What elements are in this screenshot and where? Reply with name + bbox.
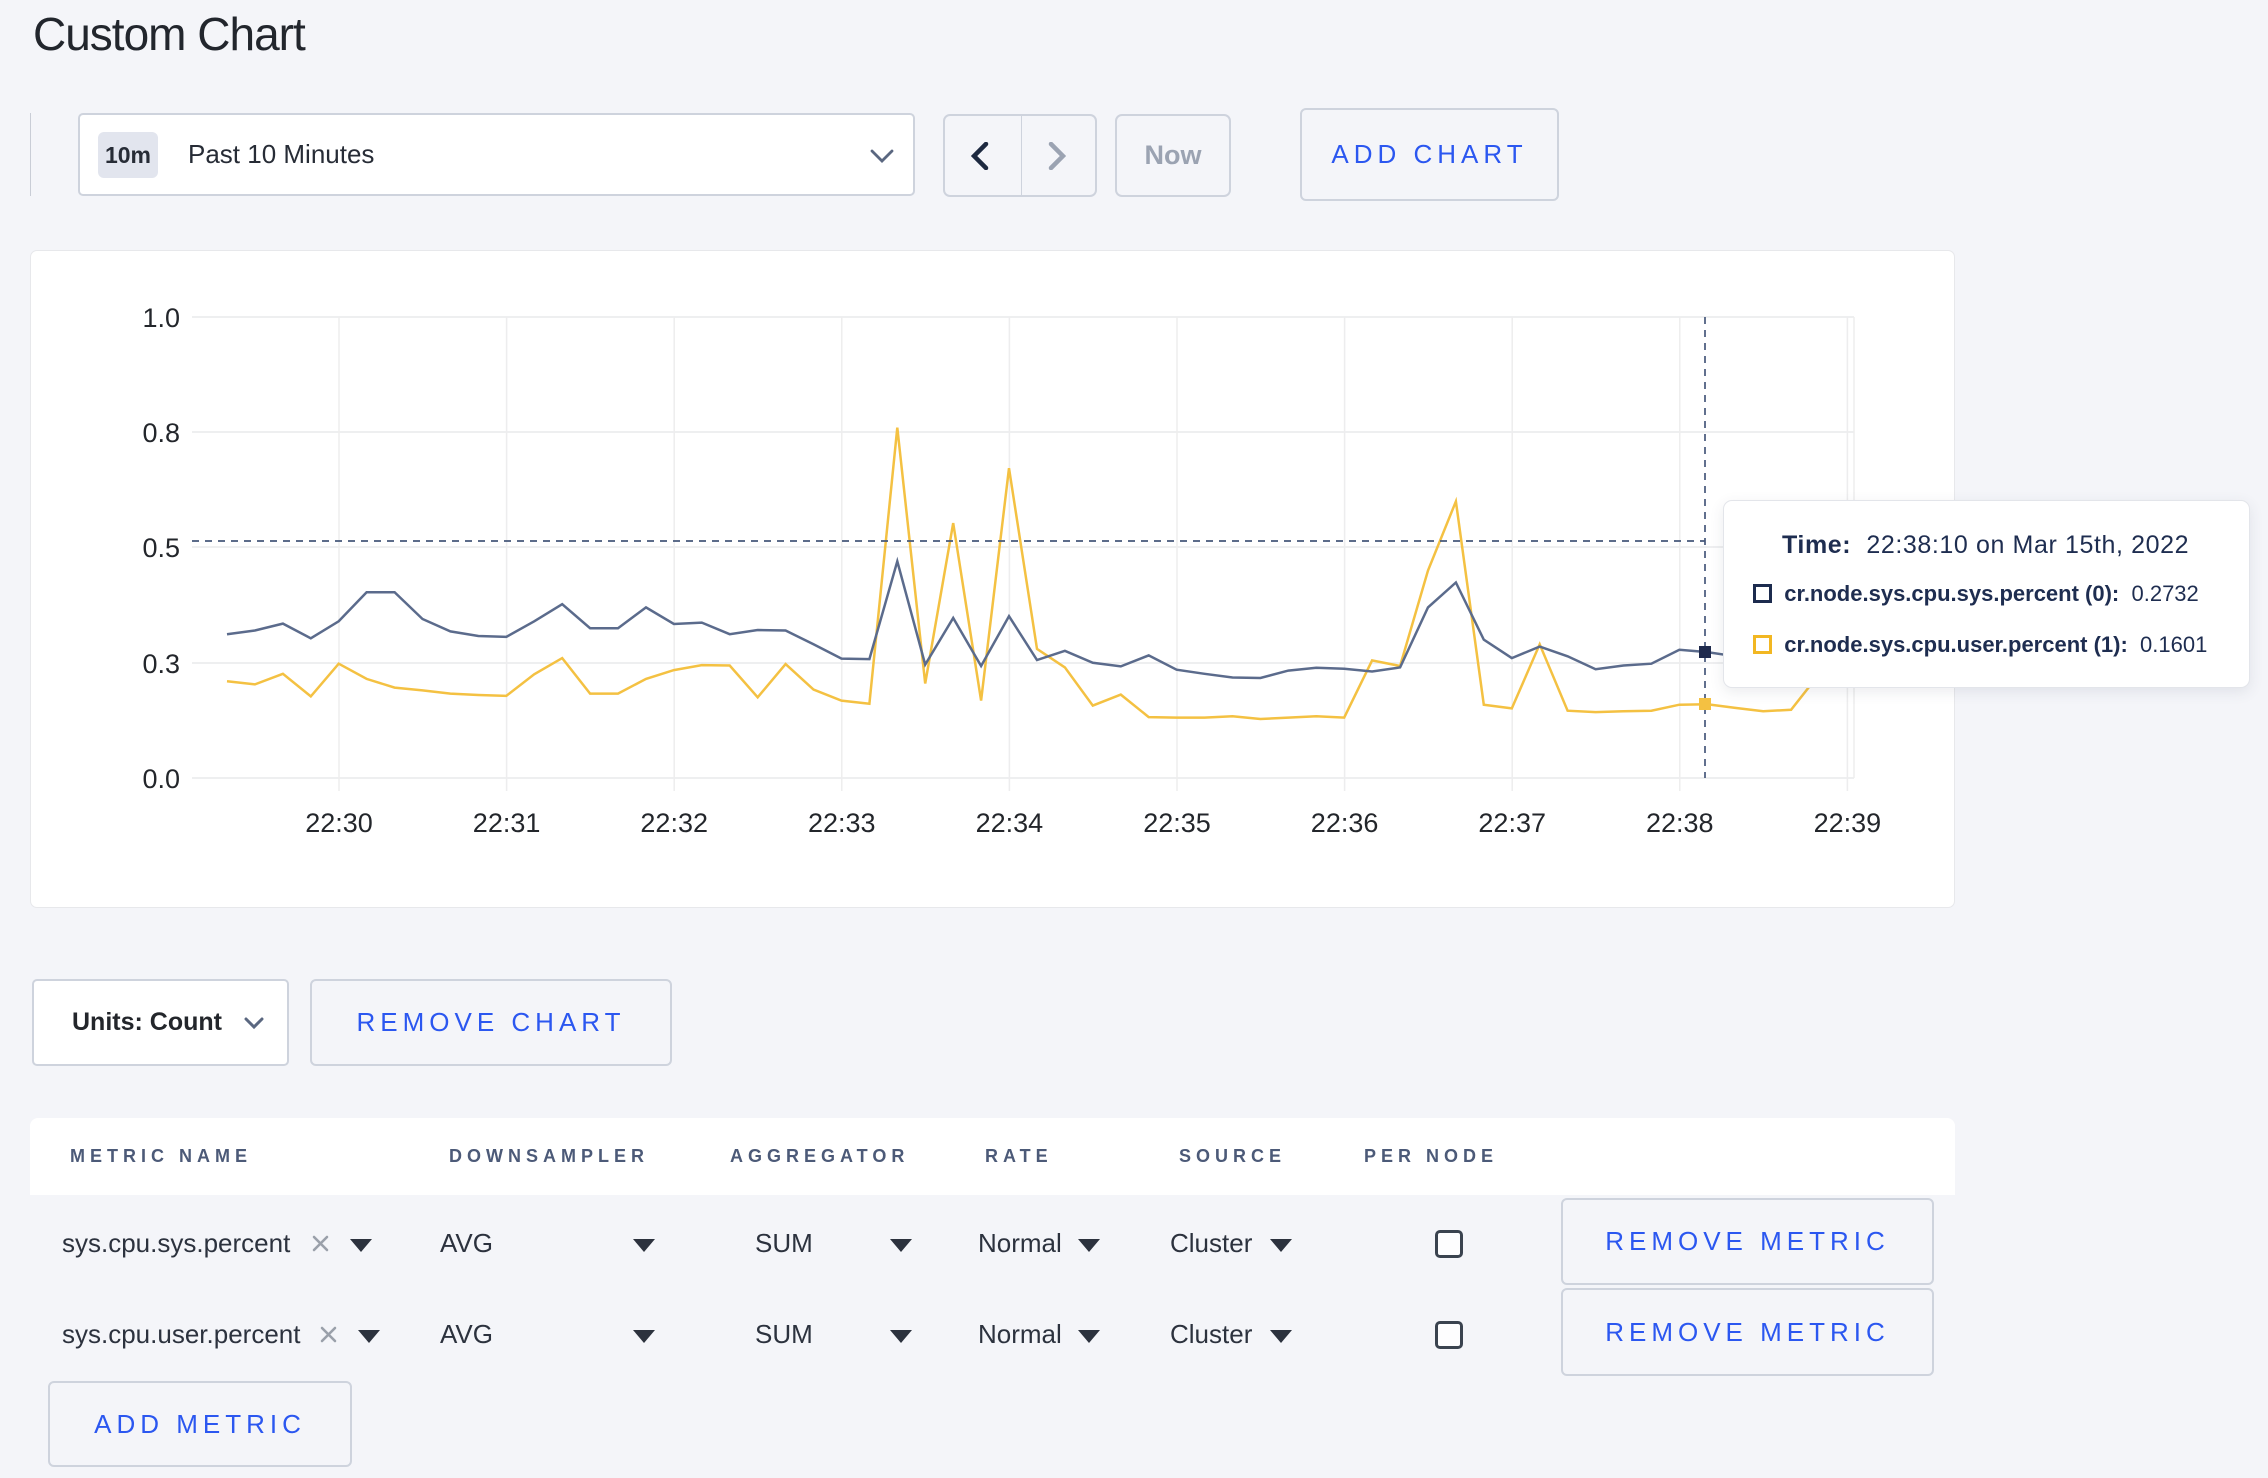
svg-text:0.8: 0.8: [142, 418, 180, 448]
svg-text:0.0: 0.0: [142, 764, 180, 794]
svg-text:0.3: 0.3: [142, 649, 180, 679]
svg-text:22:33: 22:33: [808, 808, 876, 838]
svg-text:22:32: 22:32: [640, 808, 708, 838]
svg-text:22:36: 22:36: [1311, 808, 1379, 838]
svg-text:22:30: 22:30: [305, 808, 373, 838]
svg-text:22:35: 22:35: [1143, 808, 1211, 838]
svg-text:22:34: 22:34: [976, 808, 1044, 838]
svg-text:22:37: 22:37: [1478, 808, 1546, 838]
svg-text:1.0: 1.0: [142, 303, 180, 333]
svg-text:22:31: 22:31: [473, 808, 541, 838]
svg-text:22:38: 22:38: [1646, 808, 1714, 838]
svg-text:22:39: 22:39: [1814, 808, 1882, 838]
svg-text:0.5: 0.5: [142, 533, 180, 563]
